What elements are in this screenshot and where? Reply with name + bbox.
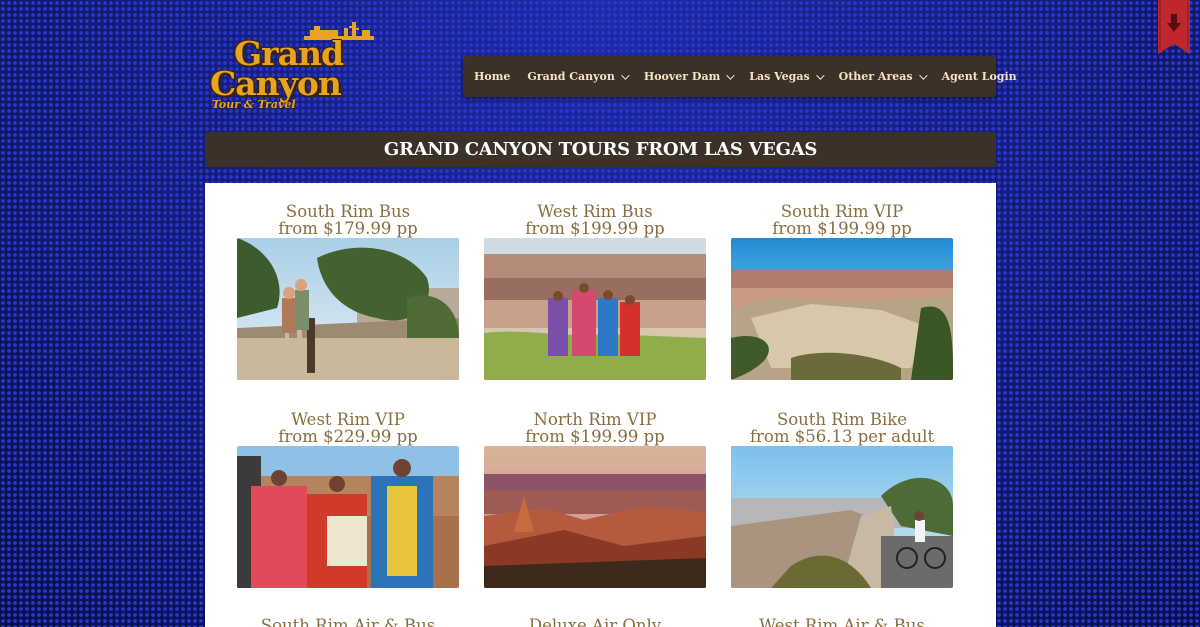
- tour-card-deluxe-air-only[interactable]: Deluxe Air Only: [484, 617, 706, 627]
- tour-card-west-rim-bus[interactable]: West Rim Bus from $199.99 pp: [484, 203, 706, 380]
- arrow-down-icon: [1158, 0, 1190, 54]
- chevron-down-icon: [726, 70, 735, 80]
- tour-photo-north-rim-sunset[interactable]: [484, 446, 706, 588]
- page-title: GRAND CANYON TOURS FROM LAS VEGAS: [383, 139, 818, 160]
- main-nav: Home Grand Canyon Hoover Dam Las Vegas O…: [463, 56, 1017, 97]
- tour-name: West Rim VIP: [291, 410, 405, 429]
- tour-name: South Rim Air & Bus: [260, 616, 436, 627]
- nav-item-label: Las Vegas: [749, 70, 810, 83]
- nav-item-label: Other Areas: [838, 70, 913, 83]
- tour-name: South Rim Bike: [776, 410, 908, 429]
- nav-item-hoover-dam[interactable]: Hoover Dam: [643, 70, 735, 83]
- site-logo[interactable]: Grand Canyon Tour & Travel: [208, 20, 374, 114]
- nav-item-label: Hoover Dam: [643, 70, 721, 83]
- tour-photo-native-girls-canyon[interactable]: [484, 238, 706, 380]
- tour-card-west-rim-air-bus[interactable]: West Rim Air & Bus: [731, 617, 953, 627]
- tour-card-south-rim-air-bus[interactable]: South Rim Air & Bus: [237, 617, 459, 627]
- nav-item-other-areas[interactable]: Other Areas: [838, 70, 928, 83]
- page-title-bar: GRAND CANYON TOURS FROM LAS VEGAS: [205, 132, 996, 167]
- tour-name: West Rim Bus: [537, 202, 653, 221]
- nav-item-grand-canyon[interactable]: Grand Canyon: [527, 70, 630, 83]
- scroll-down-ribbon[interactable]: [1158, 0, 1190, 54]
- tour-price: from $229.99 pp: [278, 427, 418, 446]
- tour-card-west-rim-vip[interactable]: West Rim VIP from $229.99 pp: [237, 411, 459, 588]
- tour-price: from $199.99 pp: [525, 219, 665, 238]
- tour-name: North Rim VIP: [533, 410, 657, 429]
- tour-name: West Rim Air & Bus: [759, 616, 925, 627]
- tour-card-south-rim-bike[interactable]: South Rim Bike from $56.13 per adult: [731, 411, 953, 588]
- nav-item-label: Home: [474, 70, 511, 83]
- tour-photo-south-rim-canyon-view[interactable]: [731, 238, 953, 380]
- tour-price: from $199.99 pp: [525, 427, 665, 446]
- tour-card-north-rim-vip[interactable]: North Rim VIP from $199.99 pp: [484, 411, 706, 588]
- tour-card-south-rim-bus[interactable]: South Rim Bus from $179.99 pp: [237, 203, 459, 380]
- tour-price: from $179.99 pp: [278, 219, 418, 238]
- tour-photo-native-dancers[interactable]: [237, 446, 459, 588]
- nav-item-agent-login[interactable]: Agent Login: [942, 70, 1017, 83]
- tour-price: from $199.99 pp: [772, 219, 912, 238]
- nav-item-label: Grand Canyon: [527, 70, 615, 83]
- tour-price: from $56.13 per adult: [749, 427, 935, 446]
- nav-item-las-vegas[interactable]: Las Vegas: [749, 70, 825, 83]
- tour-name: South Rim Bus: [285, 202, 411, 221]
- tour-name: South Rim VIP: [780, 202, 904, 221]
- logo-tagline: Tour & Travel: [212, 98, 296, 111]
- tour-photo-tourists-at-overlook[interactable]: [237, 238, 459, 380]
- chevron-down-icon: [815, 70, 825, 80]
- tour-photo-cyclist-at-rim[interactable]: [731, 446, 953, 588]
- tour-name: Deluxe Air Only: [528, 616, 662, 627]
- tour-card-south-rim-vip[interactable]: South Rim VIP from $199.99 pp: [731, 203, 953, 380]
- tours-panel: South Rim Bus from $179.99 pp West Rim B…: [205, 183, 996, 627]
- chevron-down-icon: [620, 70, 630, 80]
- chevron-down-icon: [918, 70, 928, 80]
- nav-item-home[interactable]: Home: [474, 70, 510, 83]
- nav-item-label: Agent Login: [941, 70, 1017, 83]
